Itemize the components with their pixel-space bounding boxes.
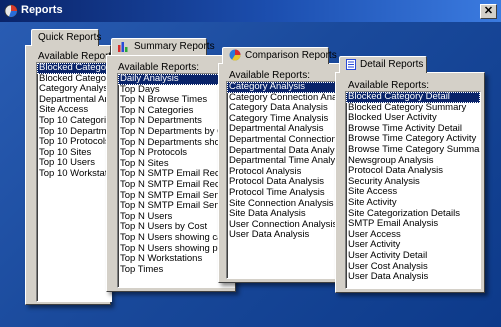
list-item[interactable]: Site Categorization Details — [346, 209, 480, 220]
detail-reports-panel: Available Reports: Blocked Category Deta… — [335, 72, 485, 293]
list-item[interactable]: Top 10 Users — [37, 158, 111, 169]
tab-comparison-reports[interactable]: Comparison Reports — [222, 47, 337, 64]
list-item[interactable]: Top Times — [118, 265, 234, 276]
list-item[interactable]: Blocked Category — [37, 63, 111, 74]
title-bar[interactable]: Reports ✕ — [0, 0, 501, 22]
list-item[interactable]: Top 10 Categories — [37, 116, 111, 127]
list-item[interactable]: Daily Analysis — [118, 74, 234, 85]
list-item[interactable]: Top N SMTP Email Receivers — [118, 169, 234, 180]
document-list-icon — [346, 58, 356, 70]
list-item[interactable]: Top N Sites — [118, 159, 234, 170]
list-item[interactable]: Departmental Connection Analysis — [227, 135, 340, 146]
list-item[interactable]: Category Time Analysis — [227, 114, 340, 125]
list-item[interactable]: Blocked Category — [37, 74, 111, 85]
list-item[interactable]: SMTP Email Analysis — [346, 219, 480, 230]
list-item[interactable]: Protocol Data Analysis — [227, 177, 340, 188]
list-item[interactable]: Top N Protocols — [118, 148, 234, 159]
list-item[interactable]: Protocol Time Analysis — [227, 188, 340, 199]
list-item[interactable]: Top N Departments — [118, 116, 234, 127]
tab-summary-reports[interactable]: Summary Reports — [111, 38, 215, 55]
list-item[interactable]: User Data Analysis — [346, 272, 480, 283]
list-item[interactable]: Top 10 Workstations — [37, 169, 111, 180]
list-item[interactable]: Top N Users — [118, 212, 234, 223]
summary-reports-panel: Available Reports: Daily Analysis Top Day… — [106, 55, 236, 292]
list-item[interactable]: Top N SMTP Email Senders — [118, 191, 234, 202]
list-item[interactable]: Top 10 Departments — [37, 127, 111, 138]
list-item[interactable]: Blocked Category Detail — [346, 92, 480, 103]
list-item[interactable]: Top N Departments by Category — [118, 127, 234, 138]
bar-chart-icon — [118, 41, 128, 52]
list-item[interactable]: Browse Time Category Summary — [346, 145, 480, 156]
quick-reports-list[interactable]: Blocked Category Blocked Category Category… — [36, 62, 112, 302]
list-item[interactable]: Newsgroup Analysis — [346, 156, 480, 167]
list-item[interactable]: Site Access — [346, 187, 480, 198]
list-item[interactable]: Protocol Data Analysis — [346, 166, 480, 177]
list-item[interactable]: Site Activity — [346, 198, 480, 209]
list-item[interactable]: Browse Time Category Activity — [346, 134, 480, 145]
list-item[interactable]: Top 10 Protocols — [37, 137, 111, 148]
list-item[interactable]: Blocked Category Summary — [346, 103, 480, 114]
detail-reports-list-label: Available Reports: — [348, 80, 429, 91]
list-item[interactable]: Top N Workstations — [118, 254, 234, 265]
list-item[interactable]: Top N Browse Times — [118, 95, 234, 106]
list-item[interactable]: Top N Users showing protocols — [118, 244, 234, 255]
list-item[interactable]: Top N Departments showing — [118, 138, 234, 149]
list-item[interactable]: User Activity Detail — [346, 251, 480, 262]
list-item[interactable]: Category Connection Analysis — [227, 93, 340, 104]
list-item[interactable]: Category Analysis — [37, 84, 111, 95]
list-item[interactable]: Browse Time Activity Detail — [346, 124, 480, 135]
list-item[interactable]: Top 10 Sites — [37, 148, 111, 159]
list-item[interactable]: Top Days — [118, 85, 234, 96]
tab-quick-reports-label: Quick Reports — [38, 32, 102, 43]
list-item[interactable]: Site Connection Analysis — [227, 199, 340, 210]
list-item[interactable]: Category Data Analysis — [227, 103, 340, 114]
list-item[interactable]: Departmental Data Analysis — [227, 146, 340, 157]
list-item[interactable]: User Data Analysis — [227, 230, 340, 241]
summary-reports-list-label: Available Reports: — [118, 62, 199, 73]
reports-app-icon — [4, 4, 18, 18]
tab-detail-reports-label: Detail Reports — [360, 59, 424, 70]
list-item[interactable]: User Access — [346, 230, 480, 241]
list-item[interactable]: Departmental Time Analysis — [227, 156, 340, 167]
list-item[interactable]: User Connection Analysis — [227, 220, 340, 231]
tab-quick-reports[interactable]: Quick Reports — [31, 29, 102, 46]
list-item[interactable]: Top N Users showing categories — [118, 233, 234, 244]
list-item[interactable]: Departmental Analysis — [37, 95, 111, 106]
list-item[interactable]: Top N SMTP Email Senders — [118, 201, 234, 212]
list-item[interactable]: Site Data Analysis — [227, 209, 340, 220]
list-item[interactable]: Security Analysis — [346, 177, 480, 188]
list-item[interactable]: Top N SMTP Email Receivers — [118, 180, 234, 191]
comparison-reports-list-label: Available Reports: — [229, 70, 310, 81]
list-item[interactable]: Departmental Analysis — [227, 124, 340, 135]
pie-chart-icon — [229, 49, 241, 61]
close-button[interactable]: ✕ — [480, 4, 497, 19]
list-item[interactable]: Blocked User Activity — [346, 113, 480, 124]
comparison-reports-panel: Available Reports: Category Analysis Cate… — [218, 63, 346, 283]
quick-reports-panel: Available Reports: Blocked Category Block… — [25, 45, 119, 305]
reports-window: Reports ✕ Available Reports: Blocked Cat… — [0, 0, 501, 327]
list-item[interactable]: User Cost Analysis — [346, 262, 480, 273]
comparison-reports-list[interactable]: Category Analysis Category Connection Ana… — [226, 81, 341, 279]
detail-reports-list[interactable]: Blocked Category Detail Blocked Category … — [345, 91, 481, 289]
list-item[interactable]: Category Analysis — [227, 82, 340, 93]
list-item[interactable]: Site Access — [37, 105, 111, 116]
list-item[interactable]: User Activity — [346, 240, 480, 251]
list-item[interactable]: Top N Users by Cost — [118, 222, 234, 233]
tab-detail-reports[interactable]: Detail Reports — [339, 56, 427, 73]
tab-comparison-reports-label: Comparison Reports — [245, 50, 337, 61]
list-item[interactable]: Protocol Analysis — [227, 167, 340, 178]
tab-summary-reports-label: Summary Reports — [134, 41, 215, 52]
list-item[interactable]: Top N Categories — [118, 106, 234, 117]
window-title: Reports — [21, 4, 63, 16]
